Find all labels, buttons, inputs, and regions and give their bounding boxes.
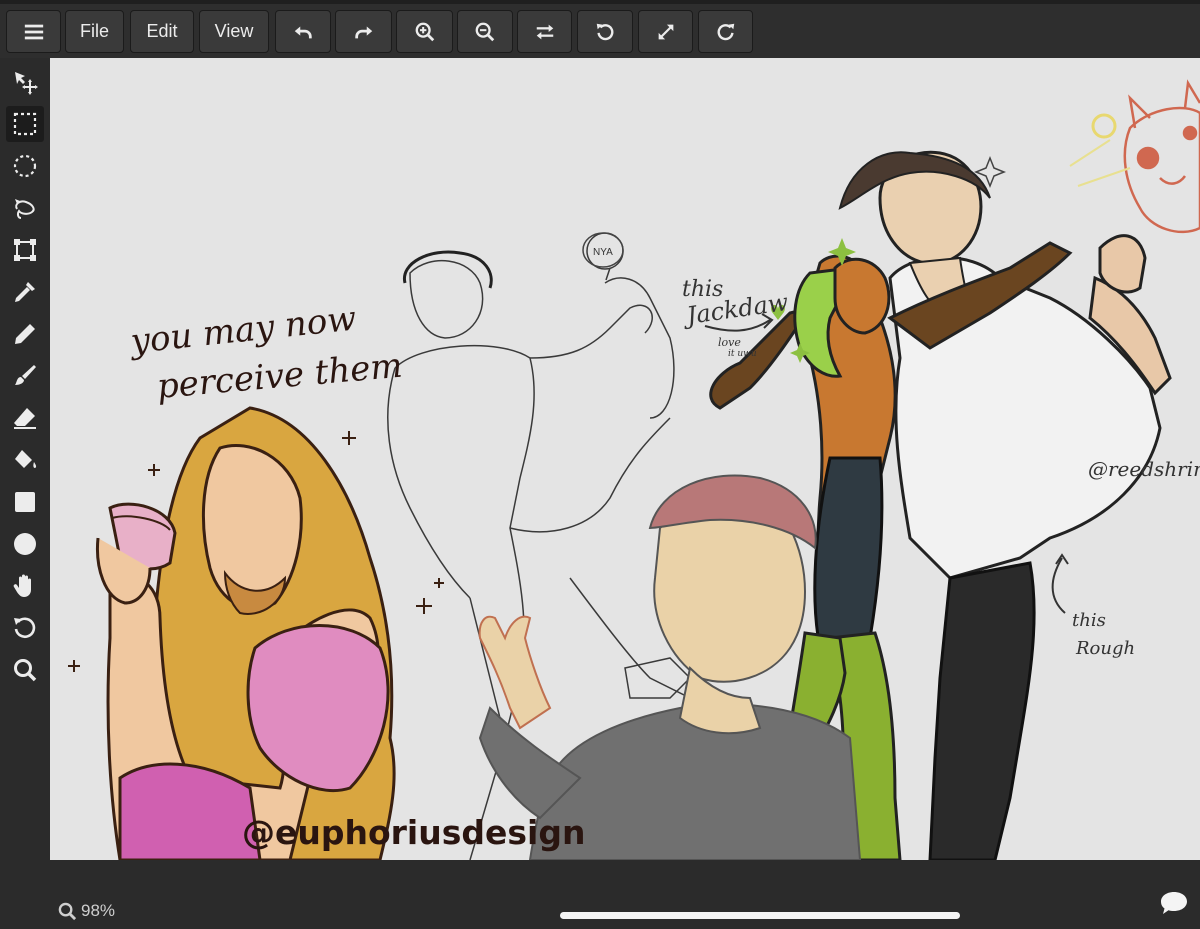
search-icon [58, 902, 77, 920]
eraser-icon [14, 408, 36, 429]
zoom-in-icon [415, 22, 434, 41]
transform-tool[interactable] [6, 232, 44, 268]
ellipse-tool[interactable] [6, 526, 44, 562]
view-menu-button[interactable]: View [199, 10, 269, 53]
pencil-tool[interactable] [6, 316, 44, 352]
red-cat-sketch [1123, 79, 1200, 234]
pencil-icon [15, 324, 35, 344]
swap-button[interactable] [517, 10, 572, 53]
rect-select-tool[interactable] [6, 106, 44, 142]
undo-button[interactable] [275, 10, 331, 53]
caption-it-uwu: it uwu [728, 349, 757, 359]
fullscreen-button[interactable] [638, 10, 693, 53]
top-toolbar: File Edit View [0, 0, 1200, 58]
nya-text: NYA [593, 247, 613, 258]
yellow-halo [1091, 113, 1117, 139]
hand-tool[interactable] [6, 568, 44, 604]
file-menu-button[interactable]: File [65, 10, 124, 53]
artist-tag-reedshrine: @reedshrine [1088, 457, 1200, 481]
edit-menu-button[interactable]: Edit [130, 10, 194, 53]
hand-icon [13, 574, 31, 597]
rotate-icon [14, 617, 36, 639]
home-indicator[interactable] [560, 912, 960, 919]
move-icon [15, 72, 38, 95]
lasso-icon [15, 199, 35, 219]
zoom-out-button[interactable] [457, 10, 513, 53]
hamburger-icon [24, 24, 43, 39]
fill-tool[interactable] [6, 442, 44, 478]
edit-menu-label: Edit [146, 21, 178, 41]
zoom-level: 98% [81, 901, 116, 920]
rotate-right-button[interactable] [698, 10, 753, 53]
rotate-left-icon [596, 23, 614, 40]
lasso-tool[interactable] [6, 190, 44, 226]
file-menu-label: File [79, 21, 109, 41]
artist-tag-euphorius: @euphoriusdesign [242, 813, 585, 852]
rotate-left-button[interactable] [577, 10, 633, 53]
rectangle-tool[interactable] [6, 484, 44, 520]
zoom-tool[interactable] [6, 652, 44, 688]
drawing-app: File Edit View you may now perceive them… [0, 0, 1200, 929]
view-menu-label: View [214, 21, 254, 41]
eyedropper-tool[interactable] [6, 274, 44, 310]
square-icon [15, 492, 35, 512]
artwork: you may now perceive them NYA this Jackd… [68, 79, 1200, 860]
zoom-indicator[interactable]: 98% [58, 901, 115, 921]
swap-icon [536, 24, 553, 39]
blonde-character-figure [68, 406, 444, 860]
redo-button[interactable] [335, 10, 392, 53]
eraser-tool[interactable] [6, 400, 44, 436]
rough-arrow [1051, 553, 1069, 614]
zoom-in-button[interactable] [396, 10, 453, 53]
caption-love: love [718, 336, 741, 349]
eyedropper-icon [15, 282, 35, 302]
move-tool[interactable] [6, 64, 44, 100]
caption-this-2: this [1072, 610, 1106, 631]
circle-icon [14, 533, 36, 555]
zoom-out-icon [475, 22, 495, 41]
rect-select-icon [13, 112, 37, 136]
tool-palette [0, 58, 50, 860]
ellipse-select-icon [13, 154, 37, 178]
magnifier-icon [14, 659, 37, 682]
transform-icon [14, 239, 36, 261]
rotate-view-tool[interactable] [6, 610, 44, 646]
chat-bubble-icon[interactable] [1160, 890, 1188, 916]
toolbar-edge [0, 0, 1200, 4]
fullscreen-icon [658, 24, 673, 39]
yellow-halo-stroke [1069, 139, 1131, 187]
brush-tool[interactable] [6, 358, 44, 394]
menu-button[interactable] [6, 10, 61, 53]
rotate-right-icon [717, 23, 734, 40]
undo-icon [294, 26, 312, 38]
drawing-canvas[interactable]: you may now perceive them NYA this Jackd… [50, 58, 1200, 860]
redo-icon [354, 26, 372, 38]
paint-bucket-icon [15, 450, 37, 468]
brush-icon [15, 365, 36, 385]
ellipse-select-tool[interactable] [6, 148, 44, 184]
caption-rough: Rough [1075, 638, 1135, 659]
